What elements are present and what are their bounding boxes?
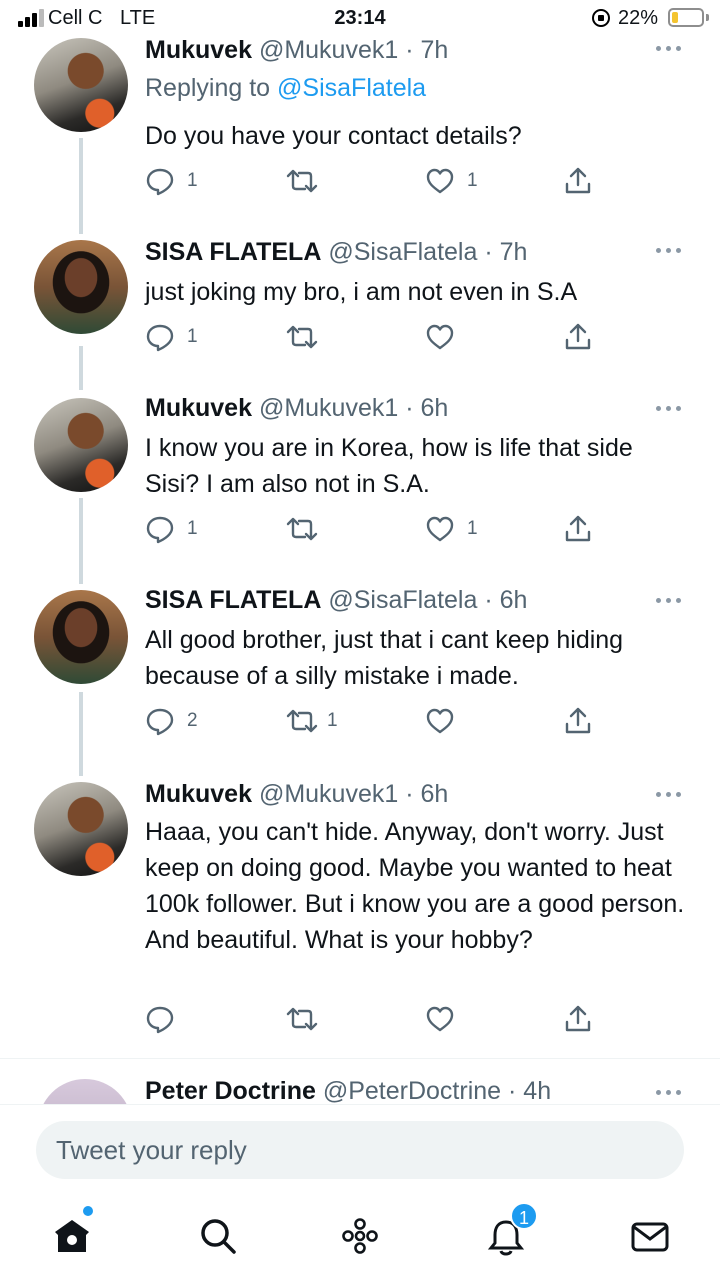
tweet[interactable]: Mukuvek @Mukuvek1 · 6h Haaa, you can't h… — [0, 776, 720, 1058]
tweet-header: SISA FLATELA @SisaFlatela · 7h — [145, 238, 527, 267]
reply-count: 1 — [187, 518, 198, 539]
separator: · — [398, 36, 421, 64]
tweet-actions: 11 — [145, 514, 605, 544]
more-icon[interactable] — [654, 598, 684, 606]
reply-count: 1 — [187, 170, 198, 191]
more-icon[interactable] — [654, 248, 684, 256]
more-icon[interactable] — [654, 406, 684, 414]
like-count: 1 — [467, 170, 478, 191]
author-handle[interactable]: @PeterDoctrine — [323, 1077, 501, 1104]
tweet-actions: 11 — [145, 166, 605, 196]
replying-to: Replying to @SisaFlatela — [145, 74, 426, 103]
retweet-count: 1 — [327, 710, 338, 731]
separator: · — [501, 1077, 524, 1104]
tweet[interactable]: Mukuvek @Mukuvek1 · 7h Replying to @Sisa… — [0, 0, 720, 232]
avatar-sisa[interactable] — [34, 240, 128, 334]
more-icon[interactable] — [654, 792, 684, 800]
tweet-header: Mukuvek @Mukuvek1 · 7h — [145, 36, 448, 65]
tweet-text: Do you have your contact details? — [145, 122, 522, 150]
tweet-time: 6h — [499, 586, 528, 614]
tweet-header: Mukuvek @Mukuvek1 · 6h — [145, 394, 448, 423]
notifications-badge: 1 — [510, 1202, 538, 1230]
messages-icon[interactable] — [628, 1214, 672, 1258]
avatar-sisa[interactable] — [34, 590, 128, 684]
home-icon[interactable] — [50, 1206, 94, 1258]
unread-dot — [83, 1206, 93, 1216]
avatar-mukuvek[interactable] — [34, 782, 128, 876]
tweet-text: I know you are in Korea, how is life tha… — [145, 434, 633, 498]
separator: · — [477, 238, 500, 266]
like-count: 1 — [467, 518, 478, 539]
avatar-mukuvek[interactable] — [34, 398, 128, 492]
more-icon[interactable] — [654, 46, 684, 54]
separator: · — [398, 394, 421, 422]
tweet-time: 4h — [523, 1077, 552, 1104]
avatar-peter[interactable] — [38, 1079, 132, 1104]
tweet-header: Mukuvek @Mukuvek1 · 6h — [145, 780, 448, 809]
notifications-icon[interactable]: 1 — [484, 1202, 538, 1258]
reply-count: 1 — [187, 326, 198, 347]
mention-link[interactable]: @SisaFlatela — [277, 74, 426, 102]
tweet[interactable]: Peter Doctrine @PeterDoctrine · 4h — [0, 1059, 720, 1104]
author-handle[interactable]: @Mukuvek1 — [259, 36, 398, 64]
tweet-time: 6h — [420, 394, 449, 422]
tweet-time: 7h — [420, 36, 449, 64]
reply-bar — [0, 1104, 720, 1194]
spaces-icon[interactable] — [338, 1214, 382, 1258]
author-name[interactable]: Mukuvek — [145, 36, 252, 64]
author-name[interactable]: SISA FLATELA — [145, 586, 321, 614]
tweet-text: Haaa, you can't hide. Anyway, don't worr… — [145, 818, 685, 954]
tweet-header: SISA FLATELA @SisaFlatela · 6h — [145, 586, 527, 615]
bottom-nav: 1 — [0, 1194, 720, 1280]
tweet-actions: 21 — [145, 706, 605, 736]
more-icon[interactable] — [654, 1090, 684, 1098]
tweet-text: just joking my bro, i am not even in S.A — [145, 278, 578, 306]
separator: · — [477, 586, 500, 614]
tweet-time: 6h — [420, 780, 449, 808]
author-handle[interactable]: @SisaFlatela — [328, 238, 477, 266]
tweet-actions — [145, 1004, 605, 1034]
tweet-header: Peter Doctrine @PeterDoctrine · 4h — [145, 1077, 551, 1104]
separator: · — [398, 780, 421, 808]
author-name[interactable]: Mukuvek — [145, 394, 252, 422]
reply-input[interactable] — [36, 1121, 684, 1179]
author-name[interactable]: Peter Doctrine — [145, 1077, 316, 1104]
search-icon[interactable] — [196, 1214, 240, 1258]
tweet-text: All good brother, just that i cant keep … — [145, 626, 624, 690]
replying-label: Replying to — [145, 74, 271, 102]
avatar-mukuvek[interactable] — [34, 38, 128, 132]
tweet-time: 7h — [499, 238, 528, 266]
author-name[interactable]: SISA FLATELA — [145, 238, 321, 266]
tweet[interactable]: SISA FLATELA @SisaFlatela · 7h just joki… — [0, 234, 720, 390]
reply-count: 2 — [187, 710, 198, 731]
tweet-actions: 1 — [145, 322, 605, 352]
author-handle[interactable]: @SisaFlatela — [328, 586, 477, 614]
tweet[interactable]: Mukuvek @Mukuvek1 · 6h I know you are in… — [0, 390, 720, 586]
author-handle[interactable]: @Mukuvek1 — [259, 780, 398, 808]
tweet[interactable]: SISA FLATELA @SisaFlatela · 6h All good … — [0, 584, 720, 776]
author-name[interactable]: Mukuvek — [145, 780, 252, 808]
author-handle[interactable]: @Mukuvek1 — [259, 394, 398, 422]
